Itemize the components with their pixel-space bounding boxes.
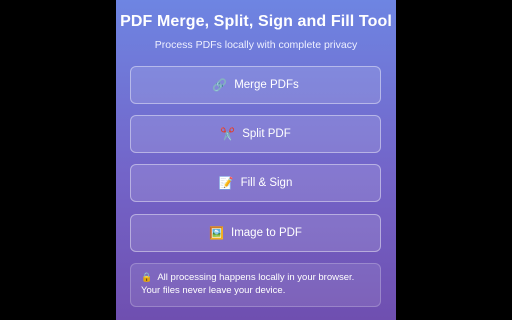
privacy-notice-line-1: 🔒 All processing happens locally in your…: [141, 271, 370, 284]
scissors-icon: ✂️: [220, 127, 236, 141]
page-subtitle: Process PDFs locally with complete priva…: [154, 39, 358, 51]
split-pdf-label: Split PDF: [242, 128, 291, 140]
image-to-pdf-button[interactable]: 🖼️ Image to PDF: [130, 214, 381, 252]
merge-pdfs-button[interactable]: 🔗 Merge PDFs: [130, 66, 381, 104]
privacy-notice-text-1: All processing happens locally in your b…: [157, 272, 355, 283]
image-icon: 🖼️: [209, 226, 224, 240]
page-title: PDF Merge, Split, Sign and Fill Tool: [120, 13, 392, 30]
lock-icon: 🔒: [141, 272, 153, 282]
popup-panel: PDF Merge, Split, Sign and Fill Tool Pro…: [116, 0, 396, 320]
fill-sign-button[interactable]: 📝 Fill & Sign: [130, 164, 381, 202]
privacy-notice: 🔒 All processing happens locally in your…: [130, 263, 381, 307]
privacy-notice-text-2: Your files never leave your device.: [141, 285, 286, 296]
split-pdf-button[interactable]: ✂️ Split PDF: [130, 115, 381, 153]
memo-icon: 📝: [218, 176, 234, 190]
merge-pdfs-label: Merge PDFs: [234, 79, 299, 91]
link-icon: 🔗: [212, 78, 228, 92]
fill-sign-label: Fill & Sign: [240, 177, 293, 189]
image-to-pdf-label: Image to PDF: [231, 227, 302, 239]
